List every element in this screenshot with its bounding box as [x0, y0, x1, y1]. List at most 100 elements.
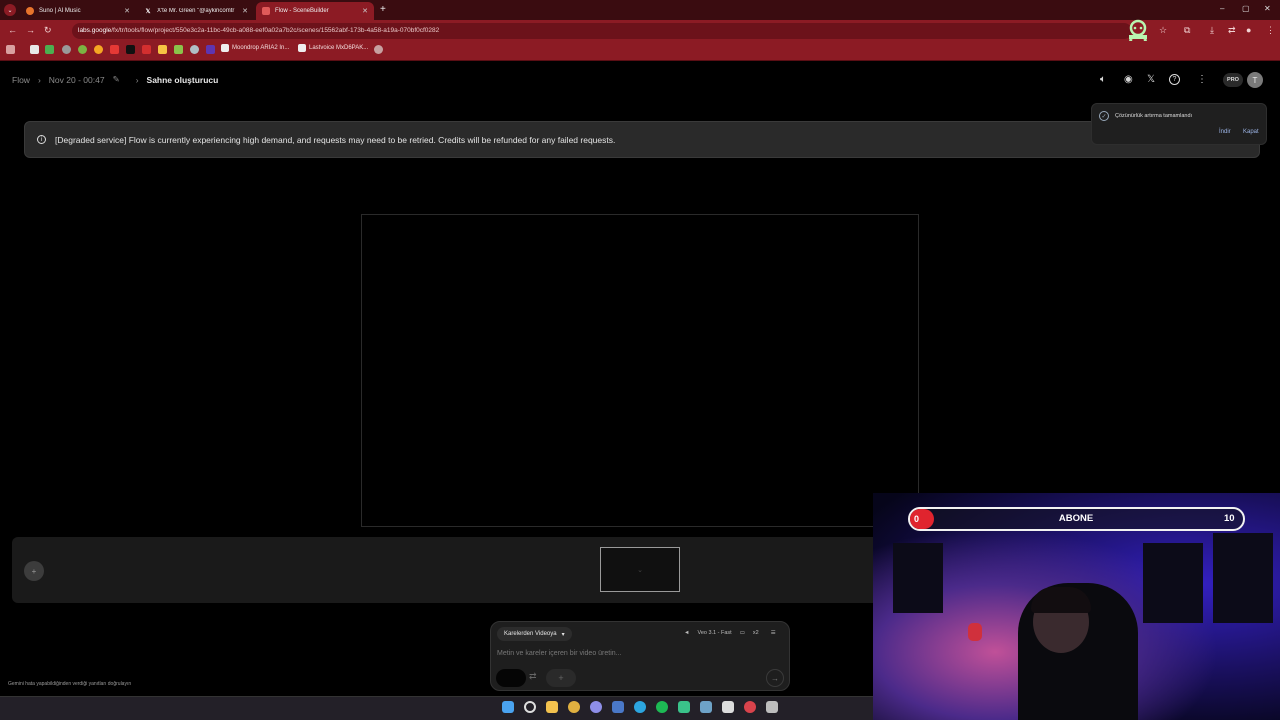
minimize-button[interactable]: – [1220, 4, 1224, 13]
bookmark-label: Moondrop ARIA2 In... [232, 45, 290, 51]
flow-icon [262, 7, 270, 15]
check-circle-icon: ✓ [1099, 111, 1109, 121]
video-preview[interactable] [361, 214, 919, 527]
model-settings[interactable]: ◄ Veo 3.1 - Fast ▭ x2 ☰ [684, 630, 776, 636]
settings-sliders-icon[interactable]: ☰ [771, 630, 776, 636]
close-icon[interactable]: ✕ [356, 7, 368, 15]
mode-label: Karelerden Videoya [504, 631, 557, 637]
extension-icon[interactable]: ⇄ [1228, 25, 1236, 36]
download-icon[interactable]: ⤓ [1210, 25, 1214, 36]
extensions-icon[interactable]: ⧉ [1184, 25, 1190, 36]
chevron-down-icon: ▾ [561, 631, 565, 638]
toast-message: Çözünürlük artırma tamamlandı [1115, 113, 1193, 119]
bookmark-icon[interactable] [94, 45, 103, 54]
x-icon[interactable] [126, 45, 135, 54]
breadcrumb: Flow › Nov 20 - 00:47 ✎ › Sahne oluşturu… [12, 74, 218, 85]
x-icon[interactable]: 𝕏 [1147, 74, 1155, 85]
avatar[interactable]: T [1247, 72, 1263, 88]
volume-icon[interactable]: 🔈︎ [1100, 74, 1106, 85]
app-icon[interactable] [678, 701, 690, 713]
banner-text: [Degraded service] Flow is currently exp… [55, 134, 616, 145]
info-icon: i [37, 135, 46, 144]
tab-suno[interactable]: Suno | AI Music ✕ [20, 2, 136, 20]
app-icon[interactable] [766, 701, 778, 713]
aspect-icon: ▭ [739, 630, 745, 636]
chevron-right-icon: › [135, 74, 139, 85]
profile-icon[interactable]: ● [1246, 25, 1251, 35]
download-button[interactable]: İndir [1219, 129, 1231, 135]
apps-icon[interactable] [6, 45, 15, 54]
app-icon[interactable] [590, 701, 602, 713]
file-explorer-icon[interactable] [546, 701, 558, 713]
folder-icon[interactable] [158, 45, 167, 54]
gmail-icon[interactable] [30, 45, 39, 54]
close-icon[interactable]: ✕ [236, 7, 248, 15]
bookmark-icon[interactable] [190, 45, 199, 54]
telegram-icon[interactable] [634, 701, 646, 713]
menu-icon[interactable]: ⋮ [1266, 25, 1275, 36]
more-icon[interactable]: ⋮ [1197, 74, 1207, 85]
chevron-right-icon: › [37, 74, 41, 85]
swap-frames-icon[interactable]: ⇄ [529, 671, 537, 682]
tab-title: X'te Mr. Green "@aykiricomtr @ [157, 8, 237, 14]
windows-start-icon[interactable] [502, 701, 514, 713]
bookmark-moondrop[interactable]: Moondrop ARIA2 In... [221, 44, 289, 52]
bookmark-icon[interactable] [62, 45, 71, 54]
address-bar[interactable]: labs.google/fx/tr/tools/flow/project/550… [72, 23, 1132, 39]
steam-icon[interactable] [700, 701, 712, 713]
degraded-service-banner: i [Degraded service] Flow is currently e… [24, 121, 1260, 158]
chevron-down-icon: ⌄ [637, 566, 643, 574]
close-window-button[interactable]: ✕ [1264, 4, 1271, 13]
bookmark-icon[interactable] [174, 45, 183, 54]
reload-icon[interactable]: ↻ [44, 25, 52, 36]
gemini-disclaimer: Gemini hata yapabildiğinden verdiği yanı… [8, 681, 132, 687]
forward-icon[interactable]: → [26, 25, 35, 35]
bookmark-star-icon[interactable]: ☆ [1159, 25, 1167, 36]
acoustic-panel [893, 543, 943, 613]
bookmark-label: Lastvoice MxD6PAK... [309, 45, 369, 51]
spotify-icon[interactable] [656, 701, 668, 713]
tab-title: Suno | AI Music [39, 8, 81, 14]
page-title: Sahne oluşturucu [146, 74, 219, 85]
bookmark-icon[interactable] [374, 45, 383, 54]
chrome-icon[interactable] [568, 701, 580, 713]
prompt-input[interactable]: Metin ve kareler içeren bir video üretin… [497, 650, 622, 657]
speaker-icon: ◄ [684, 630, 690, 636]
subscriber-current: 0 [914, 514, 920, 524]
url-host: labs.google [78, 27, 112, 34]
new-tab-button[interactable]: + [380, 4, 386, 15]
add-clip-icon[interactable]: + [24, 561, 44, 581]
help-icon[interactable]: ? [1169, 74, 1180, 85]
bookmark-icon[interactable] [142, 45, 151, 54]
mode-select[interactable]: Karelerden Videoya ▾ [497, 627, 572, 641]
subscriber-label: ABONE [1058, 513, 1094, 524]
app-icon[interactable] [722, 701, 734, 713]
suno-icon [26, 7, 34, 15]
maximize-button[interactable]: ▢ [1242, 4, 1250, 13]
acoustic-panel [1143, 543, 1203, 623]
edit-icon[interactable]: ✎ [113, 74, 120, 85]
close-icon[interactable]: ✕ [118, 7, 130, 15]
youtube-icon[interactable] [110, 45, 119, 54]
send-button[interactable]: → [766, 669, 784, 687]
tab-x[interactable]: 𝕏 X'te Mr. Green "@aykiricomtr @ ✕ [138, 2, 254, 20]
app-icon[interactable] [744, 701, 756, 713]
tab-flow[interactable]: Flow - SceneBuilder ✕ [256, 2, 374, 20]
first-frame-slot[interactable] [496, 669, 526, 687]
tab-search-button[interactable]: ⌄ [4, 4, 16, 16]
app-icon[interactable] [612, 701, 624, 713]
acoustic-panel [1213, 533, 1273, 623]
back-icon[interactable]: ← [8, 25, 17, 35]
add-frame-button[interactable]: + [546, 669, 576, 687]
timeline-clip[interactable]: ⌄ [600, 547, 680, 592]
upscale-toast: ✓ Çözünürlük artırma tamamlandı İndir Ka… [1091, 103, 1267, 145]
close-toast-button[interactable]: Kapat [1243, 129, 1259, 135]
breadcrumb-project[interactable]: Nov 20 - 00:47 [49, 75, 105, 85]
discord-icon[interactable]: ◉ [1124, 74, 1133, 85]
bookmark-icon[interactable] [78, 45, 87, 54]
search-icon[interactable] [524, 701, 536, 713]
bookmark-icon[interactable] [45, 45, 54, 54]
breadcrumb-root[interactable]: Flow [12, 75, 30, 85]
bookmark-icon[interactable] [206, 45, 215, 54]
bookmark-lastvoice[interactable]: Lastvoice MxD6PAK... [298, 44, 368, 52]
